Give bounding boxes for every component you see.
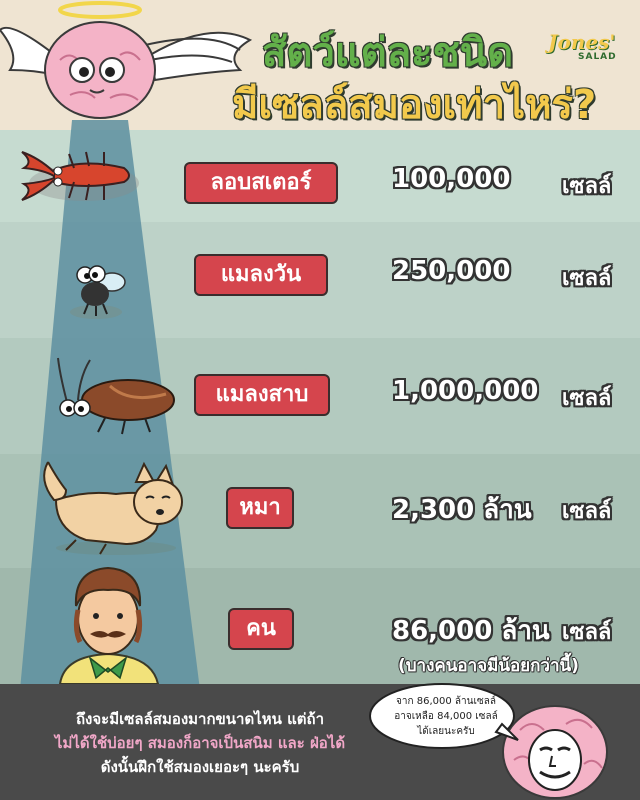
- footer-line-3: ดังนั้นฝึกใช้สมองเยอะๆ นะครับ: [100, 758, 300, 776]
- fly-icon: [70, 265, 126, 319]
- value-cockroach: 1,000,000: [392, 376, 539, 406]
- cockroach-icon: [57, 357, 175, 435]
- footer-line-2: ไม่ได้ใช้บ่อยๆ สมองก็อาจเป็นสนิม และ ฝ่อ…: [54, 734, 346, 752]
- unit-human: เซลล์: [562, 620, 612, 645]
- winged-brain-mascot-icon: [0, 1, 253, 119]
- unit-cockroach: เซลล์: [562, 386, 612, 411]
- unit-lobster: เซลล์: [562, 174, 612, 199]
- value-fly: 250,000: [392, 256, 511, 286]
- label-cockroach: แมลงสาบ: [196, 376, 328, 414]
- value-human: 86,000 ล้าน: [392, 616, 550, 646]
- dog-icon: [43, 461, 183, 555]
- infographic-page: สัตว์แต่ละชนิด มีเซลล์สมองเท่าไหร่? Jone…: [0, 0, 640, 800]
- label-lobster: ลอบสเตอร์: [186, 164, 336, 202]
- value-dog: 2,300 ล้าน: [392, 495, 532, 525]
- unit-dog: เซลล์: [562, 499, 612, 524]
- jones-salad-logo: Jones' SALAD: [548, 30, 622, 64]
- bubble-line-3: ได้เลยนะครับ: [417, 726, 475, 737]
- speech-bubble: จาก 86,000 ล้านเซลล์ อาจเหลือ 84,000 เซล…: [368, 680, 520, 756]
- value-lobster: 100,000: [392, 164, 511, 194]
- logo-sub: SALAD: [578, 52, 617, 62]
- logo-brand: Jones': [548, 30, 616, 54]
- bubble-line-2: อาจเหลือ 84,000 เซลล์: [394, 711, 498, 722]
- unit-fly: เซลล์: [562, 266, 612, 291]
- bubble-line-1: จาก 86,000 ล้านเซลล์: [396, 696, 496, 707]
- human-note: (บางคนอาจมีน้อยกว่านี้): [398, 656, 579, 676]
- lobster-icon: [20, 151, 139, 201]
- title-line-2: มีเซลล์สมองเท่าไหร่?: [232, 82, 597, 128]
- label-dog: หมา: [228, 489, 292, 527]
- man-icon: [58, 566, 160, 684]
- label-fly: แมลงวัน: [196, 256, 326, 294]
- footer-line-1: ถึงจะมีเซลล์สมองมากขนาดไหน แต่ถ้า: [75, 710, 325, 728]
- label-human: คน: [230, 610, 292, 648]
